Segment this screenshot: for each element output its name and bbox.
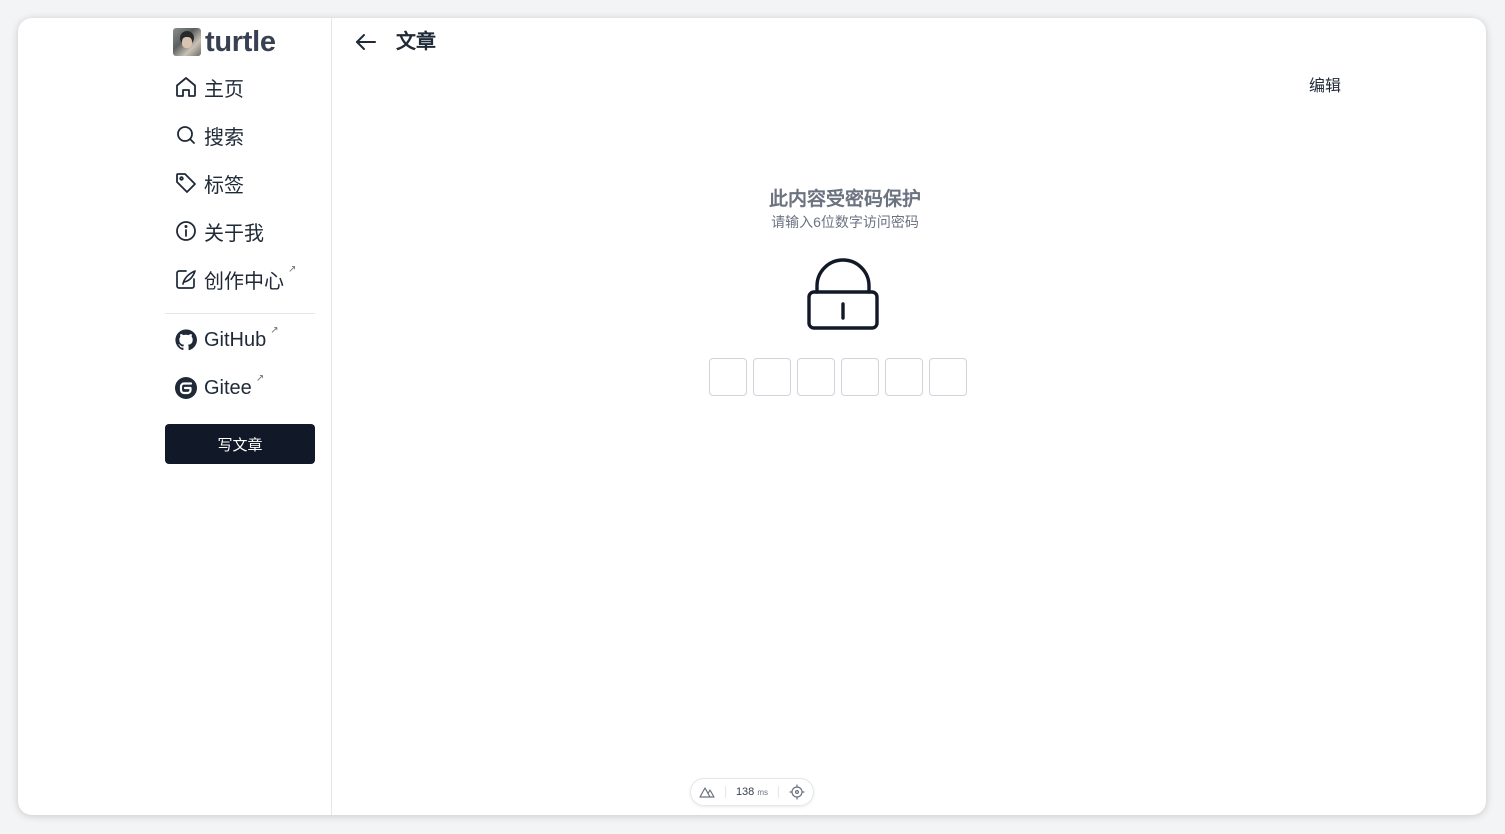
github-icon xyxy=(175,329,197,351)
sidebar-item-about[interactable]: 关于我 xyxy=(174,215,264,247)
sidebar-item-gitee[interactable]: Gitee ↗ xyxy=(174,372,264,404)
main-content: 文章 编辑 此内容受密码保护 请输入6位数字访问密码 138 ms xyxy=(332,18,1486,815)
back-button[interactable] xyxy=(352,28,380,56)
sidebar-item-tags[interactable]: 标签 xyxy=(174,167,244,199)
devtools-bar: 138 ms xyxy=(690,778,814,806)
sidebar-item-label: GitHub xyxy=(204,328,267,351)
brand-name: turtle xyxy=(205,25,276,58)
info-icon xyxy=(176,221,196,241)
sidebar: turtle 主页 搜索 标签 关于我 创作中心 ↗ GitHub ↗ Gite… xyxy=(18,18,332,815)
render-timing[interactable]: 138 ms xyxy=(736,786,768,798)
sidebar-item-label: 主页 xyxy=(204,78,244,101)
write-article-button[interactable]: 写文章 xyxy=(165,424,315,464)
external-link-icon: ↗ xyxy=(270,325,279,336)
edit-link[interactable]: 编辑 xyxy=(1309,72,1341,96)
pin-digit-input[interactable] xyxy=(841,358,879,396)
sidebar-item-home[interactable]: 主页 xyxy=(174,71,244,103)
brand[interactable]: turtle xyxy=(173,26,276,58)
sidebar-item-search[interactable]: 搜索 xyxy=(174,119,244,151)
sidebar-item-label: 标签 xyxy=(204,174,244,197)
crosshair-icon[interactable] xyxy=(789,784,805,800)
external-link-icon: ↗ xyxy=(255,373,265,384)
pin-digit-input[interactable] xyxy=(797,358,835,396)
edit-icon xyxy=(176,270,196,289)
gitee-icon xyxy=(175,377,197,399)
pin-digit-input[interactable] xyxy=(709,358,747,396)
devtools-separator xyxy=(724,786,726,798)
arrow-left-icon xyxy=(356,34,376,50)
sidebar-item-label: 关于我 xyxy=(204,222,264,245)
pin-digit-input[interactable] xyxy=(885,358,923,396)
nuxt-icon[interactable] xyxy=(699,784,715,800)
sidebar-item-label: Gitee xyxy=(204,376,252,399)
tag-icon xyxy=(176,173,196,193)
sidebar-item-creator-center[interactable]: 创作中心 ↗ xyxy=(174,263,296,295)
pin-digit-input[interactable] xyxy=(929,358,967,396)
search-icon xyxy=(177,126,195,144)
sidebar-divider xyxy=(165,313,315,314)
protected-title: 此内容受密码保护 xyxy=(768,189,921,210)
protected-subtitle: 请输入6位数字访问密码 xyxy=(771,214,919,230)
home-icon xyxy=(176,77,196,97)
page-title: 文章 xyxy=(396,31,436,53)
avatar xyxy=(173,28,201,56)
pin-digit-input[interactable] xyxy=(753,358,791,396)
sidebar-item-label: 创作中心 xyxy=(204,270,284,293)
external-link-icon: ↗ xyxy=(288,264,297,275)
devtools-separator xyxy=(778,786,779,798)
sidebar-item-label: 搜索 xyxy=(204,126,244,149)
lock-icon xyxy=(807,258,879,330)
pin-input-group xyxy=(709,358,967,396)
app-window: turtle 主页 搜索 标签 关于我 创作中心 ↗ GitHub ↗ Gite… xyxy=(18,18,1486,815)
sidebar-item-github[interactable]: GitHub ↗ xyxy=(174,324,279,356)
